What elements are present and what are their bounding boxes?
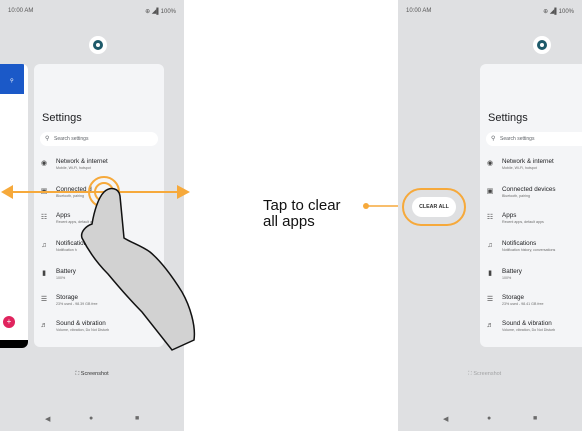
apps-icon: ☷	[486, 214, 494, 221]
arrow-left-icon	[1, 185, 13, 199]
arrow-right-icon	[177, 185, 190, 199]
settings-item-connected[interactable]: ▣ Connected devices Bluetooth, pairing	[486, 186, 582, 204]
status-bar: 10:00 AM ⊕ ◢▌100%	[406, 8, 574, 18]
item-title: Battery	[502, 268, 522, 275]
settings-item-apps[interactable]: ☷ Apps Recent apps, default apps	[486, 212, 582, 230]
swipe-gesture-overlay	[1, 176, 196, 351]
item-subtitle: Volume, vibration, Do Not Disturb	[502, 328, 556, 332]
settings-item-storage[interactable]: ☰ Storage 23% used - 98.41 GB free	[486, 294, 582, 312]
page-title: Settings	[488, 112, 528, 124]
hand-pointer-icon	[80, 187, 196, 351]
back-icon[interactable]: ◀	[443, 415, 448, 423]
sound-icon: ♬	[486, 322, 494, 329]
status-icons: ⊕ ◢▌100%	[543, 9, 574, 15]
item-subtitle: Recent apps, default apps	[502, 220, 544, 224]
settings-item-battery[interactable]: ▮ Battery 100%	[486, 268, 582, 286]
item-title: Network & internet	[502, 158, 554, 165]
item-title: Sound & vibration	[502, 320, 552, 327]
callout-line-2: all apps	[263, 213, 315, 230]
screenshot-icon: ⛶	[468, 371, 472, 377]
battery-icon: ▮	[488, 270, 492, 277]
item-subtitle: Mobile, Wi-Fi, hotspot	[502, 166, 537, 170]
clear-all-highlight	[402, 188, 466, 226]
status-time: 10:00 AM	[406, 8, 432, 14]
item-title: Storage	[502, 294, 525, 301]
navigation-bar: ◀ ● ■	[398, 407, 582, 431]
search-icon: ⚲	[491, 136, 496, 142]
right-phone-screen: 10:00 AM ⊕ ◢▌100% CLEAR ALL Settings ⚲ S…	[398, 0, 582, 431]
callout-line-1: Tap to clear	[263, 197, 341, 214]
item-subtitle: 100%	[502, 276, 512, 280]
item-title: Connected devices	[502, 186, 556, 193]
settings-item-notifications[interactable]: ♫ Notifications Notification history, co…	[486, 240, 582, 258]
settings-item-sound[interactable]: ♬ Sound & vibration Volume, vibration, D…	[486, 320, 582, 338]
recents-icon[interactable]: ■	[533, 415, 537, 422]
item-title: Notifications	[502, 240, 537, 247]
gear-icon	[537, 40, 547, 50]
home-icon[interactable]: ●	[487, 415, 491, 422]
settings-app-card[interactable]: Settings ⚲ Search settings ◉ Network & i…	[480, 64, 582, 347]
search-placeholder: Search settings	[500, 136, 535, 142]
screenshot-button[interactable]: ⛶ Screenshot	[398, 371, 501, 378]
screenshot-label: Screenshot	[473, 371, 502, 377]
callout-dot	[363, 203, 369, 209]
settings-item-network[interactable]: ◉ Network & internet Mobile, Wi-Fi, hots…	[486, 158, 582, 176]
bell-icon: ♫	[487, 242, 493, 249]
item-subtitle: 23% used - 98.41 GB free	[502, 302, 544, 306]
item-subtitle: Bluetooth, pairing	[502, 194, 530, 198]
search-input[interactable]: ⚲ Search settings	[486, 132, 582, 146]
settings-app-icon[interactable]	[533, 36, 551, 54]
storage-icon: ☰	[486, 296, 494, 303]
devices-icon: ▣	[486, 188, 494, 195]
wifi-icon: ◉	[486, 160, 494, 167]
item-subtitle: Notification history, conversations	[502, 248, 556, 252]
clear-all-callout: Tap to clear all apps	[263, 198, 341, 230]
item-title: Apps	[502, 212, 517, 219]
